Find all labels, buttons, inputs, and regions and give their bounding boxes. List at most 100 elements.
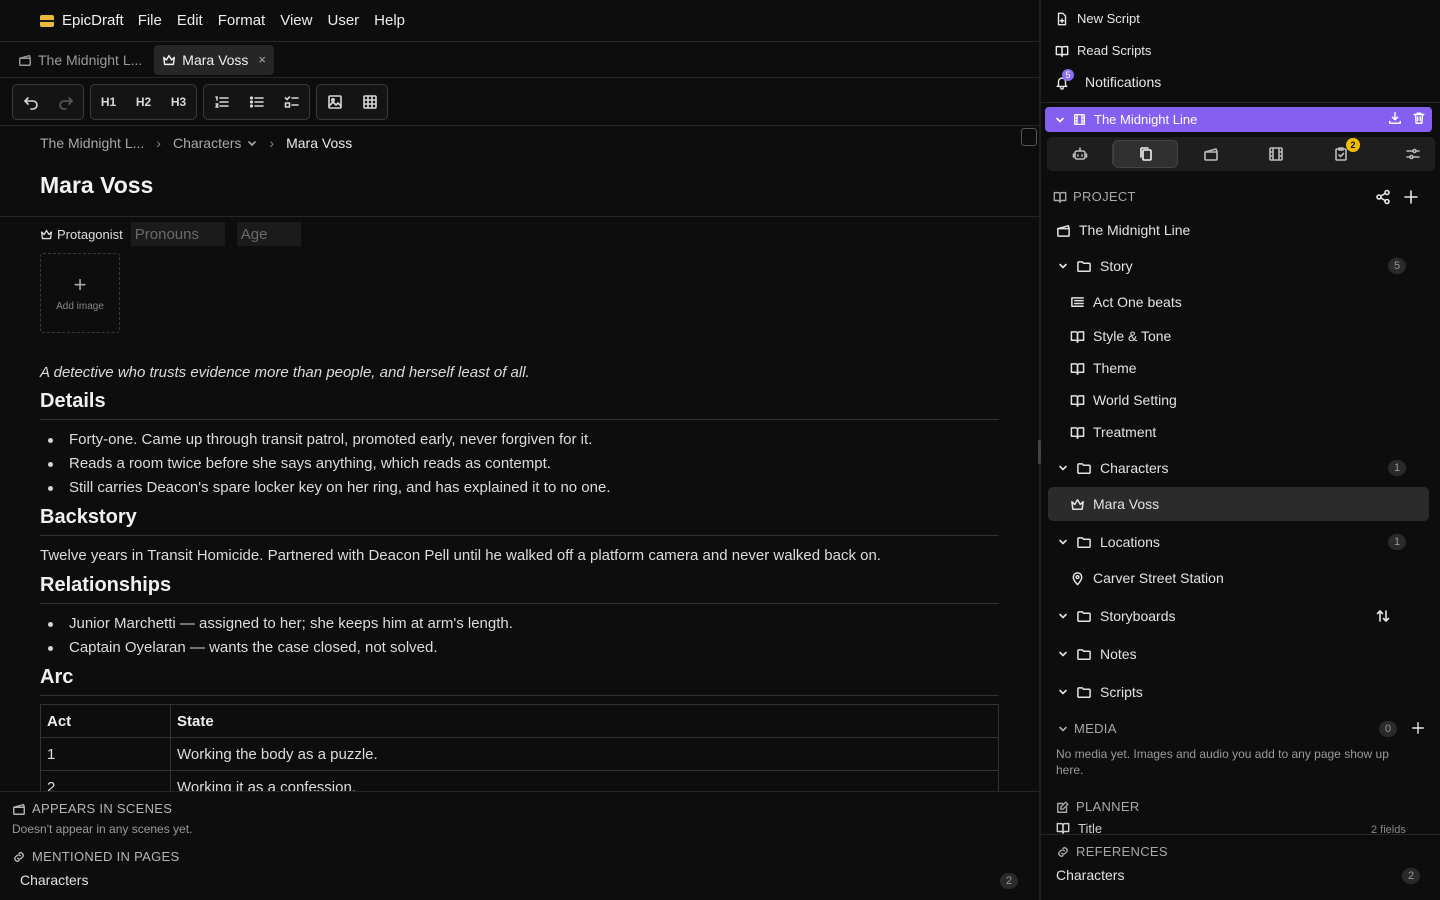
tree-label: Mara Voss bbox=[1093, 496, 1160, 512]
filter-settings-icon[interactable] bbox=[1405, 146, 1421, 162]
sort-icon[interactable] bbox=[1375, 608, 1391, 624]
chevron-down-icon[interactable] bbox=[1055, 115, 1065, 125]
tab-pages[interactable] bbox=[1113, 140, 1178, 168]
tree-item-mara-voss[interactable]: Mara Voss bbox=[1048, 487, 1429, 521]
age-field[interactable] bbox=[236, 222, 301, 246]
tree-folder-characters[interactable]: Characters 1 bbox=[1041, 451, 1440, 485]
tree-item-treatment[interactable]: Treatment bbox=[1041, 415, 1440, 449]
list-item: Still carries Deacon's spare locker key … bbox=[48, 476, 999, 500]
appears-in-scenes-heading: APPEARS IN SCENES bbox=[12, 801, 172, 816]
plus-icon[interactable] bbox=[1411, 721, 1425, 735]
chevron-down-icon bbox=[1059, 651, 1067, 657]
media-heading-label: MEDIA bbox=[1074, 721, 1117, 736]
table-header-row: Act State bbox=[40, 704, 999, 738]
chevron-down-icon bbox=[1059, 689, 1067, 695]
tab-scenes[interactable] bbox=[1178, 140, 1243, 168]
sidebar-view-tabs: 2 bbox=[1047, 137, 1435, 171]
read-scripts-label: Read Scripts bbox=[1077, 43, 1152, 58]
project-selector[interactable]: The Midnight Line bbox=[1045, 107, 1432, 132]
tree-label: Act One beats bbox=[1093, 294, 1182, 310]
sidebar: New Script Read Scripts 5 Notifications … bbox=[1041, 0, 1440, 900]
tree-folder-notes[interactable]: Notes bbox=[1041, 637, 1440, 671]
tree-item-theme[interactable]: Theme bbox=[1041, 351, 1440, 385]
checklist-button[interactable] bbox=[274, 85, 309, 119]
document-body[interactable]: A detective who trusts evidence more tha… bbox=[40, 362, 999, 804]
logline: A detective who trusts evidence more tha… bbox=[40, 364, 530, 381]
planner-item[interactable]: Title bbox=[1056, 822, 1102, 834]
menu-help[interactable]: Help bbox=[374, 12, 405, 29]
media-section-heading[interactable]: MEDIA bbox=[1058, 721, 1117, 736]
share-icon[interactable] bbox=[1375, 189, 1391, 205]
tree-label: Notes bbox=[1100, 646, 1137, 662]
tree-label: Style & Tone bbox=[1093, 328, 1172, 344]
book-open-icon bbox=[1055, 45, 1069, 57]
table-cell[interactable]: Working the body as a puzzle. bbox=[170, 737, 999, 771]
download-icon[interactable] bbox=[1388, 111, 1402, 125]
tree-item-world-setting[interactable]: World Setting bbox=[1041, 383, 1440, 417]
notifications-label: Notifications bbox=[1085, 74, 1162, 90]
role-label: Protagonist bbox=[57, 226, 123, 242]
plus-icon[interactable] bbox=[1403, 189, 1419, 205]
tab-tasks[interactable]: 2 bbox=[1308, 138, 1373, 168]
clapperboard-icon bbox=[1203, 148, 1218, 161]
bullet-list-button[interactable] bbox=[239, 85, 274, 119]
tree-folder-locations[interactable]: Locations 1 bbox=[1041, 525, 1440, 559]
add-image-label: Add image bbox=[56, 300, 104, 312]
tree-item-carver-street-station[interactable]: Carver Street Station bbox=[1041, 561, 1440, 595]
mentioned-page-link[interactable]: Characters bbox=[20, 872, 88, 888]
menu-view[interactable]: View bbox=[280, 12, 312, 29]
copy-pages-icon bbox=[1139, 147, 1152, 161]
clapperboard-icon bbox=[19, 54, 31, 66]
backlinks-panel: APPEARS IN SCENES Doesn't appear in any … bbox=[0, 791, 1040, 900]
app-logo-icon bbox=[40, 14, 54, 27]
page-title[interactable]: Mara Voss bbox=[40, 172, 153, 199]
close-tab-icon[interactable]: × bbox=[258, 52, 266, 67]
menu-file[interactable]: File bbox=[138, 12, 162, 29]
story-count-badge: 5 bbox=[1388, 258, 1406, 274]
tree-item-project-root[interactable]: The Midnight Line bbox=[1041, 213, 1440, 247]
tab-project[interactable]: The Midnight L... bbox=[10, 45, 150, 75]
tree-label: Storyboards bbox=[1100, 608, 1176, 624]
menu-user[interactable]: User bbox=[327, 12, 359, 29]
role-badge[interactable]: Protagonist bbox=[40, 227, 123, 242]
book-open-icon bbox=[1056, 822, 1070, 834]
undo-button[interactable] bbox=[13, 85, 48, 119]
tree-item-style-tone[interactable]: Style & Tone bbox=[1041, 319, 1440, 353]
tab-bar: The Midnight L... Mara Voss × bbox=[0, 42, 1040, 78]
collapse-sidebar-icon[interactable] bbox=[1021, 128, 1037, 146]
heading-3-button[interactable]: H3 bbox=[161, 85, 196, 119]
menu-edit[interactable]: Edit bbox=[177, 12, 203, 29]
insert-image-button[interactable] bbox=[317, 85, 352, 119]
folder-icon bbox=[1077, 648, 1091, 660]
insert-table-button[interactable] bbox=[352, 85, 387, 119]
heading-1-button[interactable]: H1 bbox=[91, 85, 126, 119]
tab-assistant[interactable] bbox=[1047, 140, 1112, 168]
tab-mara-voss[interactable]: Mara Voss × bbox=[154, 44, 275, 75]
planner-section-heading[interactable]: PLANNER bbox=[1056, 799, 1140, 814]
history-group bbox=[12, 83, 84, 120]
read-scripts-button[interactable]: Read Scripts bbox=[1055, 43, 1151, 58]
reference-link[interactable]: Characters bbox=[1056, 867, 1124, 883]
pronouns-field[interactable] bbox=[130, 222, 225, 246]
add-image-button[interactable]: + Add image bbox=[40, 253, 120, 333]
menu-format[interactable]: Format bbox=[218, 12, 266, 29]
breadcrumb-project[interactable]: The Midnight L... bbox=[40, 135, 144, 151]
robot-icon bbox=[1072, 147, 1087, 160]
tree-folder-story[interactable]: Story 5 bbox=[1041, 249, 1440, 283]
breadcrumb-folder[interactable]: Characters bbox=[173, 135, 241, 151]
tree-item-act-one-beats[interactable]: Act One beats bbox=[1041, 285, 1440, 319]
ordered-list-button[interactable] bbox=[204, 85, 239, 119]
chevron-down-icon[interactable] bbox=[247, 138, 257, 148]
format-toolbar: H1 H2 H3 bbox=[0, 78, 1040, 126]
chevron-down-icon bbox=[1059, 613, 1067, 619]
heading-2-button[interactable]: H2 bbox=[126, 85, 161, 119]
notifications-button[interactable]: 5 Notifications bbox=[1055, 68, 1162, 90]
tab-film[interactable] bbox=[1243, 140, 1308, 168]
table-cell[interactable]: 1 bbox=[40, 737, 171, 771]
trash-icon[interactable] bbox=[1412, 111, 1426, 125]
arc-table[interactable]: Act State 1 Working the body as a puzzle… bbox=[40, 704, 999, 804]
redo-button[interactable] bbox=[48, 85, 83, 119]
tree-folder-scripts[interactable]: Scripts bbox=[1041, 675, 1440, 709]
breadcrumb-chevron-icon: › bbox=[269, 135, 275, 151]
new-script-button[interactable]: New Script bbox=[1055, 11, 1140, 26]
